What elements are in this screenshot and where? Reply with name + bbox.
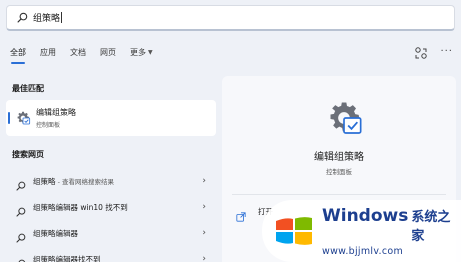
chevron-right-icon[interactable]: › (202, 176, 206, 186)
web-search-heading: 搜索网页 (12, 150, 44, 159)
web-search-item[interactable]: 组策略 - 查看网络搜索结果 › (6, 168, 216, 194)
watermark-brand-cn: 系统之家 (411, 209, 451, 244)
best-match-subtitle: 控制面板 (36, 122, 61, 129)
search-bar[interactable]: 组策略 (6, 5, 455, 31)
search-icon (16, 228, 26, 243)
search-icon (16, 202, 26, 217)
group-policy-gear-icon (324, 98, 364, 138)
chevron-right-icon[interactable]: › (202, 202, 206, 212)
more-options-icon[interactable]: ··· (440, 47, 453, 57)
best-match-text: 编辑组策略 控制面板 (36, 107, 76, 129)
open-external-icon (236, 207, 246, 222)
best-match-result[interactable]: 编辑组策略 控制面板 (6, 100, 216, 136)
web-search-item-label: 组策略 - 查看网络搜索结果 (33, 176, 114, 187)
top-right-icons: ··· (414, 45, 453, 59)
web-search-item-label: 组策略编辑器 win10 找不到 (33, 202, 128, 212)
web-search-item[interactable]: 组策略编辑器找不到 › (6, 246, 216, 262)
chevron-down-icon: ▼ (148, 49, 153, 56)
search-input[interactable]: 组策略 (33, 11, 60, 24)
search-icon (16, 254, 26, 262)
share-icon[interactable] (414, 45, 428, 59)
watermark-brand: Windows (322, 205, 409, 226)
tab-documents[interactable]: 文档 (70, 45, 86, 61)
best-match-heading: 最佳匹配 (12, 84, 44, 93)
filter-tabs: 全部 应用 文档 网页 更多 ▼ (10, 45, 167, 64)
divider (232, 194, 446, 195)
web-search-item[interactable]: 组策略编辑器 win10 找不到 › (6, 194, 216, 220)
text-caret (61, 12, 63, 23)
chevron-right-icon[interactable]: › (202, 228, 206, 238)
watermark-brand-line: Windows 系统之家 (322, 206, 461, 244)
web-search-query: 组策略 (33, 176, 56, 186)
tab-all[interactable]: 全部 (10, 45, 26, 64)
web-search-item-label: 组策略编辑器找不到 (33, 254, 101, 262)
watermark-text: Windows 系统之家 www.bjjmlv.com (322, 206, 461, 257)
tab-apps[interactable]: 应用 (40, 45, 56, 61)
gear-icon (15, 110, 31, 126)
web-search-item[interactable]: 组策略编辑器 › (6, 220, 216, 246)
selection-indicator (8, 112, 10, 124)
chevron-right-icon[interactable]: › (202, 254, 206, 262)
best-match-title: 编辑组策略 (36, 108, 76, 117)
tab-more[interactable]: 更多 ▼ (130, 45, 153, 61)
web-search-list: 组策略 - 查看网络搜索结果 › 组策略编辑器 win10 找不到 › 组策略编… (6, 168, 216, 262)
web-search-suffix: - 查看网络搜索结果 (55, 177, 114, 186)
detail-title: 编辑组策略 (314, 152, 364, 163)
detail-subtitle: 控制面板 (326, 168, 352, 176)
watermark-url: www.bjjmlv.com (322, 245, 404, 257)
search-icon (15, 11, 29, 25)
watermark: Windows 系统之家 www.bjjmlv.com (262, 200, 461, 262)
web-search-item-label: 组策略编辑器 (33, 228, 78, 238)
search-icon (16, 176, 26, 191)
tab-more-label: 更多 (130, 48, 146, 57)
windows-logo-icon (272, 209, 316, 253)
tab-web[interactable]: 网页 (100, 45, 116, 61)
